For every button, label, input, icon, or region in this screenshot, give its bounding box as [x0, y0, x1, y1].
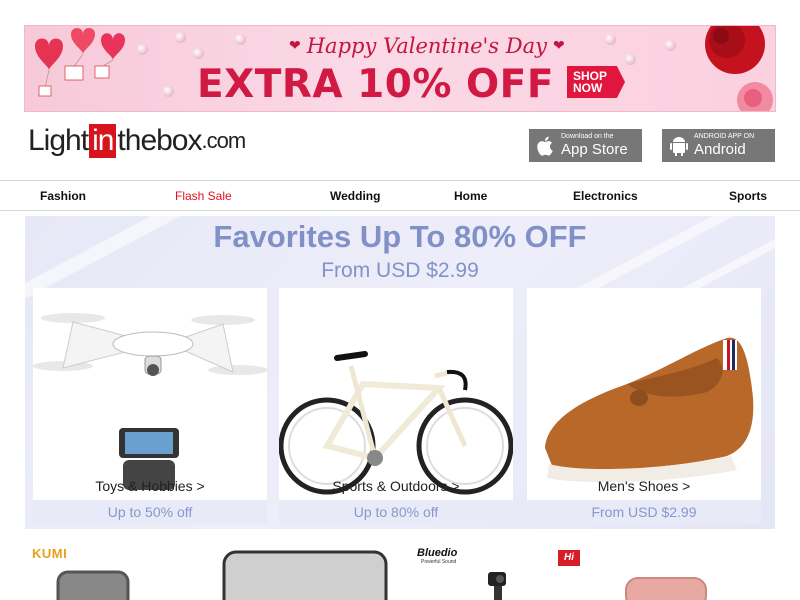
- promo-heading: ❤ Happy Valentine's Day ❤: [283, 34, 571, 58]
- logo-light: Light: [28, 124, 89, 157]
- logo-in: in: [89, 124, 117, 158]
- android-big-text: Android: [694, 141, 746, 158]
- toys-hobbies-price: Up to 50% off: [33, 500, 267, 524]
- toys-hobbies-label[interactable]: Toys & Hobbies >: [33, 478, 267, 494]
- shop-now-button[interactable]: SHOP NOW: [567, 66, 625, 98]
- app-store-big-text: App Store: [561, 141, 628, 158]
- hi-brand-logo[interactable]: Hi: [558, 550, 580, 566]
- promo-discount-text: EXTRA 10% OFF: [197, 62, 554, 107]
- app-store-button[interactable]: Download on the App Store: [529, 129, 642, 162]
- nav-sports[interactable]: Sports: [729, 189, 767, 203]
- nav-electronics[interactable]: Electronics: [573, 189, 638, 203]
- apple-icon: [537, 136, 553, 156]
- heart-icon: ❤: [552, 38, 565, 54]
- kumi-brand-logo[interactable]: KUMI: [32, 546, 67, 561]
- logo-dotcom: .com: [201, 128, 247, 153]
- android-icon: [670, 136, 688, 156]
- android-app-button[interactable]: ANDROID APP ON Android: [662, 129, 775, 162]
- sports-outdoors-price: Up to 80% off: [279, 500, 513, 524]
- promo-heading-text: Happy Valentine's Day: [306, 34, 547, 58]
- roses-decoration: [705, 26, 773, 111]
- earbuds-case-product-image[interactable]: [624, 576, 708, 600]
- drone-image: [33, 313, 267, 490]
- category-nav: Fashion Flash Sale Wedding Home Electron…: [0, 180, 800, 211]
- mens-shoes-card[interactable]: Men's Shoes > From USD $2.99: [527, 288, 761, 524]
- favorites-subtitle: From USD $2.99: [321, 259, 479, 282]
- sports-outdoors-card[interactable]: Sports & Outdoors > Up to 80% off: [279, 288, 513, 524]
- lightinthebox-logo[interactable]: Light in thebox .com: [28, 123, 247, 159]
- heart-icon: ❤: [289, 38, 301, 54]
- bicycle-image: [279, 351, 513, 495]
- logo-thebox: thebox: [117, 124, 202, 157]
- shop-now-line2: NOW: [573, 81, 603, 95]
- speaker-product-image[interactable]: [56, 570, 130, 600]
- mens-shoes-label[interactable]: Men's Shoes >: [527, 478, 761, 494]
- android-small-text: ANDROID APP ON: [694, 133, 755, 140]
- nav-fashion[interactable]: Fashion: [40, 189, 86, 203]
- bluedio-brand-logo[interactable]: Bluedio: [417, 547, 457, 559]
- speaker-box-product-image[interactable]: [222, 550, 388, 600]
- nav-home[interactable]: Home: [454, 189, 487, 203]
- bluedio-tagline: Powerful Sound: [421, 559, 457, 565]
- heart-balloons-decoration: [35, 28, 125, 97]
- nav-wedding[interactable]: Wedding: [330, 189, 380, 203]
- loafer-shoe-image: [545, 337, 754, 483]
- favorites-promo-section: Favorites Up To 80% OFF From USD $2.99 T…: [25, 216, 775, 529]
- app-store-small-text: Download on the: [561, 133, 614, 140]
- favorites-title[interactable]: Favorites Up To 80% OFF: [25, 219, 775, 255]
- brand-products-strip: KUMI Bluedio Powerful Sound Hi: [0, 540, 800, 600]
- toys-hobbies-card[interactable]: Toys & Hobbies > Up to 50% off: [33, 288, 267, 524]
- valentines-promo-banner[interactable]: ❤ Happy Valentine's Day ❤ EXTRA 10% OFF SH…: [24, 25, 776, 112]
- nav-flash-sale[interactable]: Flash Sale: [175, 189, 232, 203]
- mens-shoes-price: From USD $2.99: [527, 500, 761, 524]
- gimbal-camera-product-image[interactable]: [480, 566, 520, 600]
- sports-outdoors-label[interactable]: Sports & Outdoors >: [279, 478, 513, 494]
